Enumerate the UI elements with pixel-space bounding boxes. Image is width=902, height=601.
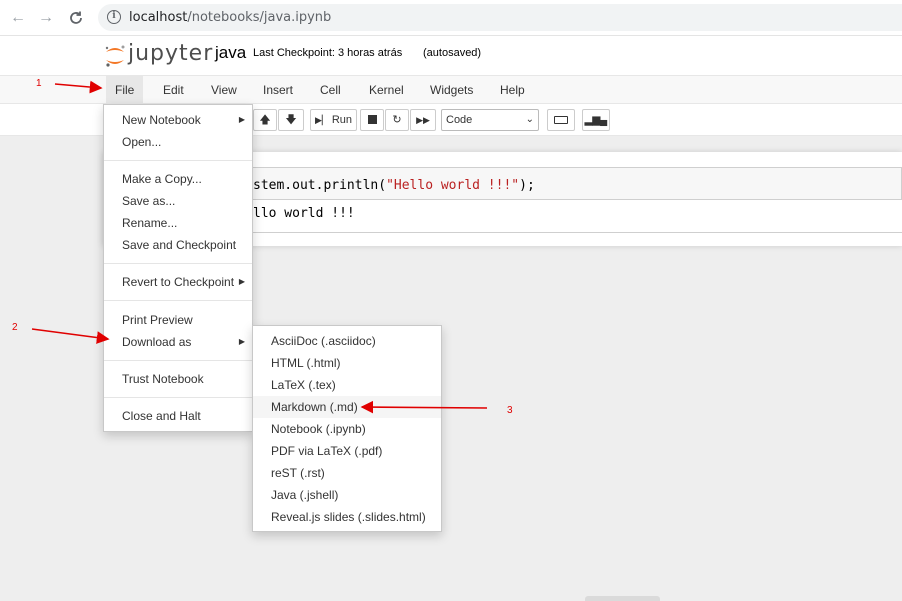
annotation-arrows bbox=[31, 80, 488, 414]
scrollbar-thumb[interactable] bbox=[585, 596, 660, 601]
annotation-arrow-1 bbox=[54, 80, 103, 94]
annotation-arrow-2 bbox=[31, 328, 110, 344]
annotation-arrow-3 bbox=[360, 400, 488, 414]
